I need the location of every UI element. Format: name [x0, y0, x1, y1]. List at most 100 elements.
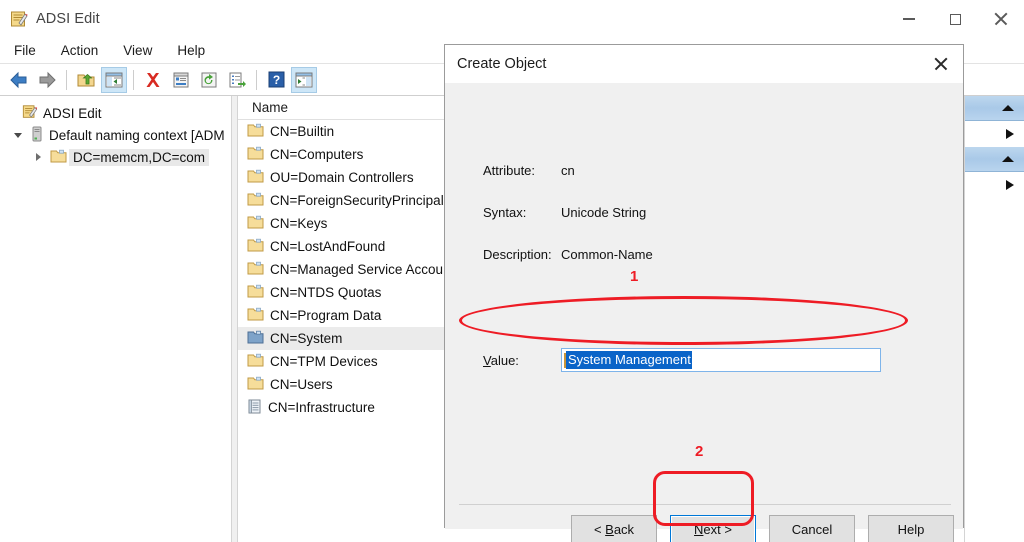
- chevron-up-icon: [1002, 156, 1014, 162]
- actions-pane: [964, 96, 1024, 542]
- help-icon[interactable]: ?: [263, 67, 289, 93]
- folder-icon: [247, 215, 264, 232]
- list-item-label: CN=Keys: [270, 216, 328, 231]
- export-list-icon[interactable]: [224, 67, 250, 93]
- window-title: ADSI Edit: [36, 11, 100, 27]
- folder-icon: [247, 238, 264, 255]
- next-button[interactable]: Next >: [670, 515, 756, 542]
- folder-icon: [247, 192, 264, 209]
- up-one-level-icon[interactable]: [73, 67, 99, 93]
- annotation-number-1: 1: [630, 268, 639, 285]
- value-input-text: System Management: [566, 351, 692, 369]
- object-icon: [247, 399, 262, 417]
- svg-text:?: ?: [272, 73, 279, 87]
- dialog-close-button[interactable]: [918, 45, 963, 83]
- tree-node-default-naming-context[interactable]: Default naming context [ADM: [0, 124, 231, 146]
- minimize-button[interactable]: [886, 0, 932, 38]
- folder-icon: [247, 261, 264, 278]
- list-item-label: CN=LostAndFound: [270, 239, 386, 254]
- folder-icon: [247, 169, 264, 186]
- list-item-label: CN=Computers: [270, 147, 364, 162]
- list-item-label: CN=NTDS Quotas: [270, 285, 382, 300]
- tree-twisty-collapsed[interactable]: [30, 153, 46, 161]
- field-label-syntax: Syntax:: [483, 205, 527, 220]
- forward-icon[interactable]: [34, 67, 60, 93]
- window-controls: [886, 0, 1024, 38]
- maximize-button[interactable]: [932, 0, 978, 38]
- actions-group-item-1[interactable]: [965, 121, 1024, 147]
- field-value-attribute: cn: [561, 163, 575, 178]
- refresh-icon[interactable]: [196, 67, 222, 93]
- list-item-label: CN=ForeignSecurityPrincipal: [270, 193, 444, 208]
- field-syntax: Syntax: Unicode String: [483, 205, 646, 220]
- chevron-right-icon: [1006, 180, 1014, 190]
- value-label-rest: alue:: [490, 352, 519, 368]
- close-button[interactable]: [978, 0, 1024, 38]
- adsi-edit-icon: [22, 104, 38, 123]
- back-icon[interactable]: [6, 67, 32, 93]
- field-label-value: Value:: [483, 353, 561, 368]
- tree-node-label: Default naming context [ADM: [49, 127, 225, 143]
- cancel-button-label: Cancel: [791, 522, 833, 537]
- help-button[interactable]: Help: [868, 515, 954, 542]
- console-tree-pane: ADSI Edit Default naming context [ADM DC…: [0, 96, 232, 542]
- value-label-accesskey: V: [483, 352, 491, 368]
- toolbar-separator: [133, 69, 134, 90]
- field-label-attribute: Attribute:: [483, 163, 536, 178]
- tree-node-adsi-edit[interactable]: ADSI Edit: [0, 102, 231, 124]
- tree-node-dc-memcm[interactable]: DC=memcm,DC=com: [0, 146, 231, 168]
- chevron-right-icon: [35, 153, 41, 161]
- menu-item-file[interactable]: File: [3, 41, 47, 60]
- delete-icon[interactable]: [140, 67, 166, 93]
- tree-node-label: DC=memcm,DC=com: [69, 148, 210, 166]
- folder-icon: [247, 284, 264, 301]
- actions-group-item-2[interactable]: [965, 172, 1024, 198]
- folder-icon-selected: [247, 330, 264, 347]
- show-hide-action-pane-icon[interactable]: [291, 66, 317, 93]
- menu-item-action[interactable]: Action: [50, 41, 110, 60]
- adsi-edit-icon: [10, 10, 28, 28]
- tree-twisty-expanded[interactable]: [10, 132, 26, 138]
- next-button-label: Next >: [694, 522, 732, 537]
- toolbar-separator: [256, 69, 257, 90]
- field-value-row: Value: System Management: [483, 348, 881, 372]
- folder-icon: [247, 376, 264, 393]
- actions-group-header-1[interactable]: [965, 96, 1024, 121]
- properties-icon[interactable]: [168, 67, 194, 93]
- list-item-label: OU=Domain Controllers: [270, 170, 414, 185]
- menu-item-view[interactable]: View: [112, 41, 163, 60]
- list-item-label: CN=Users: [270, 377, 333, 392]
- show-hide-console-tree-icon[interactable]: [101, 66, 127, 93]
- close-icon: [994, 12, 1008, 26]
- list-item-label: CN=System: [270, 331, 343, 346]
- field-attribute: Attribute: cn: [483, 163, 575, 178]
- folder-icon: [247, 307, 264, 324]
- maximize-icon: [949, 13, 961, 25]
- folder-icon: [247, 146, 264, 163]
- chevron-down-icon: [14, 132, 22, 138]
- list-item-label: CN=Managed Service Accou.: [270, 262, 447, 277]
- dialog-title: Create Object: [457, 56, 547, 72]
- list-item-label: CN=TPM Devices: [270, 354, 378, 369]
- back-button[interactable]: < Back: [571, 515, 657, 542]
- tree-node-label: ADSI Edit: [43, 105, 102, 121]
- create-object-dialog: Create Object Attribute: cn Syntax: Unic…: [444, 44, 964, 542]
- dialog-titlebar: Create Object: [445, 45, 963, 83]
- field-value-description: Common-Name: [561, 247, 653, 262]
- folder-icon: [50, 149, 67, 166]
- dialog-button-row: < Back Next > Cancel Help: [445, 515, 965, 542]
- folder-icon: [247, 123, 264, 140]
- menu-item-help[interactable]: Help: [166, 41, 216, 60]
- list-item-label: CN=Builtin: [270, 124, 335, 139]
- column-header-name[interactable]: Name: [238, 96, 458, 120]
- annotation-number-2: 2: [695, 443, 704, 460]
- field-description: Description: Common-Name: [483, 247, 653, 262]
- server-icon: [30, 126, 44, 145]
- folder-icon: [247, 353, 264, 370]
- help-button-label: Help: [897, 522, 925, 537]
- value-input[interactable]: System Management: [561, 348, 881, 372]
- actions-group-header-2[interactable]: [965, 147, 1024, 172]
- cancel-button[interactable]: Cancel: [769, 515, 855, 542]
- back-button-label: < Back: [593, 522, 635, 537]
- chevron-up-icon: [1002, 105, 1014, 111]
